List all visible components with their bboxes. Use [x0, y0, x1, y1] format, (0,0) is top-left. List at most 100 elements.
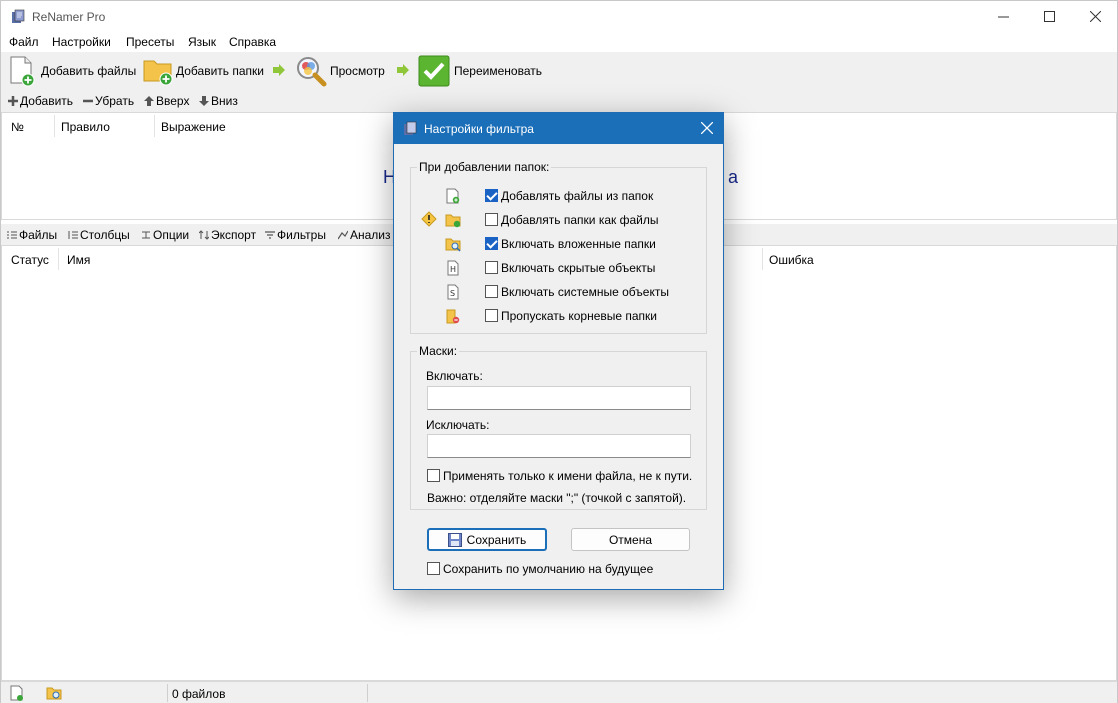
option-checkbox[interactable] [485, 213, 498, 226]
masks-group-legend: Маски: [417, 344, 460, 358]
menu-settings[interactable]: Настройки [52, 35, 111, 49]
column-header-name[interactable]: Имя [67, 253, 90, 267]
folders-group: При добавлении папок: Добавлять файлы из… [410, 160, 707, 334]
dialog-title-bar: Настройки фильтра [394, 113, 723, 144]
window-title: ReNamer Pro [32, 10, 106, 24]
column-separator [762, 248, 763, 270]
rules-toolbar: Добавить Убрать Вверх Вниз [1, 90, 1117, 112]
preview-label: Просмотр [330, 64, 385, 78]
tab-columns[interactable]: Столбцы [68, 228, 130, 242]
option-checkbox[interactable] [485, 189, 498, 202]
svg-text:H: H [450, 265, 456, 274]
save-label: Сохранить [466, 532, 527, 547]
option-label: Добавлять папки как файлы [501, 213, 659, 227]
exclude-mask-label: Исключать: [426, 418, 490, 432]
maximize-button[interactable] [1026, 1, 1072, 32]
rule-down-button[interactable]: Вниз [199, 94, 238, 108]
add-folders-label: Добавить папки [176, 64, 264, 78]
option-label: Добавлять файлы из папок [501, 189, 654, 203]
column-header-status[interactable]: Статус [11, 253, 49, 267]
folder-search-icon[interactable] [46, 685, 63, 701]
export-icon [199, 230, 209, 240]
tab-filters[interactable]: Фильтры [265, 228, 326, 242]
file-count: 0 файлов [172, 687, 226, 701]
filter-settings-dialog: Настройки фильтра При добавлении папок: … [393, 112, 724, 590]
tab-analyze[interactable]: Анализ [338, 228, 391, 242]
option-checkbox[interactable] [485, 261, 498, 274]
menu-file[interactable]: Файл [9, 35, 39, 49]
column-separator [154, 115, 155, 137]
column-header-error[interactable]: Ошибка [769, 253, 814, 267]
plus-icon [8, 96, 18, 106]
rule-remove-label: Убрать [95, 94, 135, 108]
warning-icon [421, 211, 437, 227]
menu-language[interactable]: Язык [188, 35, 216, 49]
file-add-icon [446, 188, 460, 204]
include-mask-input[interactable] [427, 386, 691, 410]
option-checkbox[interactable] [485, 237, 498, 250]
add-files-button[interactable]: Добавить файлы [7, 54, 136, 88]
menu-bar: Файл Настройки Пресеты Язык Справка [1, 32, 1117, 52]
save-icon [447, 532, 462, 547]
cancel-button[interactable]: Отмена [571, 528, 690, 551]
dialog-title: Настройки фильтра [424, 122, 534, 136]
tab-analyze-label: Анализ [350, 228, 391, 242]
file-add-icon[interactable] [9, 685, 25, 701]
include-mask-label: Включать: [426, 369, 483, 383]
preview-button[interactable]: Просмотр [295, 54, 385, 88]
rename-label: Переименовать [454, 64, 542, 78]
list-icon [7, 231, 17, 239]
save-default-label[interactable]: Сохранить по умолчанию на будущее [443, 562, 653, 576]
column-header-rule[interactable]: Правило [61, 120, 110, 134]
rule-remove-button[interactable]: Убрать [83, 94, 134, 108]
app-icon [12, 9, 25, 23]
close-icon[interactable] [701, 122, 713, 134]
option-label: Включать системные объекты [501, 285, 669, 299]
tab-export[interactable]: Экспорт [199, 228, 256, 242]
rule-up-button[interactable]: Вверх [144, 94, 189, 108]
main-toolbar: Добавить файлы Добавить папки Просмотр П… [1, 52, 1117, 90]
columns-icon [68, 231, 78, 239]
close-icon [1089, 11, 1101, 22]
option-label: Включать скрытые объекты [501, 261, 656, 275]
rule-add-label: Добавить [20, 94, 74, 108]
rule-add-button[interactable]: Добавить [8, 94, 73, 108]
minimize-button[interactable] [980, 1, 1026, 32]
menu-help[interactable]: Справка [229, 35, 276, 49]
minus-icon [83, 99, 93, 103]
tab-files[interactable]: Файлы [7, 228, 57, 242]
add-folders-button[interactable]: Добавить папки [142, 54, 264, 88]
empty-hint-text: а [728, 167, 739, 187]
folders-group-legend: При добавлении папок: [417, 160, 552, 174]
tab-options[interactable]: Опции [141, 228, 189, 242]
analyze-icon [338, 230, 348, 240]
option-checkbox[interactable] [485, 285, 498, 298]
file-add-icon [10, 56, 35, 87]
arrow-up-icon [144, 96, 154, 106]
status-bar: 0 файлов [1, 681, 1117, 703]
tab-filters-label: Фильтры [277, 228, 326, 242]
save-default-checkbox[interactable] [427, 562, 440, 575]
tab-options-label: Опции [153, 228, 190, 242]
svg-text:S: S [450, 289, 455, 298]
column-header-expression[interactable]: Выражение [161, 120, 226, 134]
column-header-number[interactable]: № [11, 120, 24, 134]
column-separator [58, 248, 59, 270]
rule-up-label: Вверх [156, 94, 190, 108]
exclude-mask-input[interactable] [427, 434, 691, 458]
folder-search-icon [445, 238, 461, 252]
tab-export-label: Экспорт [211, 228, 257, 242]
filename-only-label[interactable]: Применять только к имени файла, не к пут… [443, 469, 692, 483]
tab-columns-label: Столбцы [80, 228, 130, 242]
save-button[interactable]: Сохранить [427, 528, 547, 551]
rename-button[interactable]: Переименовать [418, 54, 542, 88]
filter-icon [265, 231, 275, 239]
column-separator [54, 115, 55, 137]
title-bar: ReNamer Pro [1, 1, 1117, 32]
close-button[interactable] [1072, 1, 1118, 32]
menu-presets[interactable]: Пресеты [126, 35, 174, 49]
folder-add-icon [445, 214, 461, 228]
app-icon [404, 121, 417, 135]
filename-only-checkbox[interactable] [427, 469, 440, 482]
option-checkbox[interactable] [485, 309, 498, 322]
